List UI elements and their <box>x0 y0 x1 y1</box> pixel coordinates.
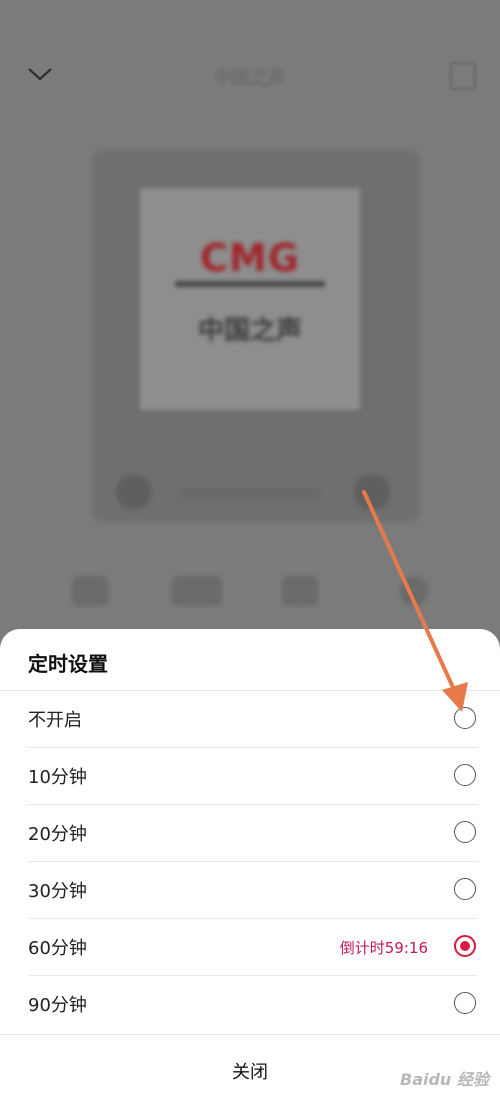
nav-icon-3[interactable] <box>282 576 318 606</box>
timer-option-20min[interactable]: 20分钟 <box>0 805 500 862</box>
radio-button[interactable] <box>454 764 476 786</box>
sheet-title: 定时设置 <box>28 652 108 676</box>
logo-subtitle-bar <box>175 281 325 287</box>
nav-icon-2[interactable] <box>172 576 222 606</box>
baidu-watermark: Baidu 经验 <box>400 1052 492 1096</box>
player-background: 中国之声 CMG 中国之声 <box>0 0 500 650</box>
station-name: 中国之声 <box>197 316 302 346</box>
nav-icon-4[interactable] <box>400 576 428 606</box>
option-label: 90分钟 <box>28 995 87 1016</box>
timer-option-10min[interactable]: 10分钟 <box>0 748 500 805</box>
next-control-icon[interactable] <box>354 474 390 510</box>
timer-option-60min[interactable]: 60分钟 倒计时59:16 <box>0 919 500 976</box>
watermark-text: Baidu 经验 <box>400 1070 489 1089</box>
page-title: 中国之声 <box>214 68 286 89</box>
timer-option-90min[interactable]: 90分钟 <box>0 976 500 1033</box>
timer-settings-sheet: 定时设置 不开启 10分钟 20分钟 30分钟 60分钟 倒计时59:16 90… <box>0 629 500 1111</box>
option-label: 不开启 <box>28 710 82 731</box>
previous-control-icon[interactable] <box>116 474 152 510</box>
nav-icon-1[interactable] <box>72 576 108 606</box>
progress-bar[interactable] <box>180 488 320 498</box>
option-label: 10分钟 <box>28 767 87 788</box>
radio-button[interactable] <box>454 821 476 843</box>
cmg-logo: CMG <box>200 236 300 280</box>
radio-button[interactable] <box>454 992 476 1014</box>
option-label: 20分钟 <box>28 824 87 845</box>
option-label: 60分钟 <box>28 938 87 959</box>
radio-button-selected[interactable] <box>454 935 476 957</box>
radio-button[interactable] <box>454 707 476 729</box>
menu-icon[interactable] <box>450 62 476 90</box>
option-label: 30分钟 <box>28 881 87 902</box>
timer-option-off[interactable]: 不开启 <box>0 691 500 748</box>
album-cover <box>140 188 360 410</box>
radio-button[interactable] <box>454 878 476 900</box>
countdown-text: 倒计时59:16 <box>339 939 428 957</box>
timer-option-30min[interactable]: 30分钟 <box>0 862 500 919</box>
